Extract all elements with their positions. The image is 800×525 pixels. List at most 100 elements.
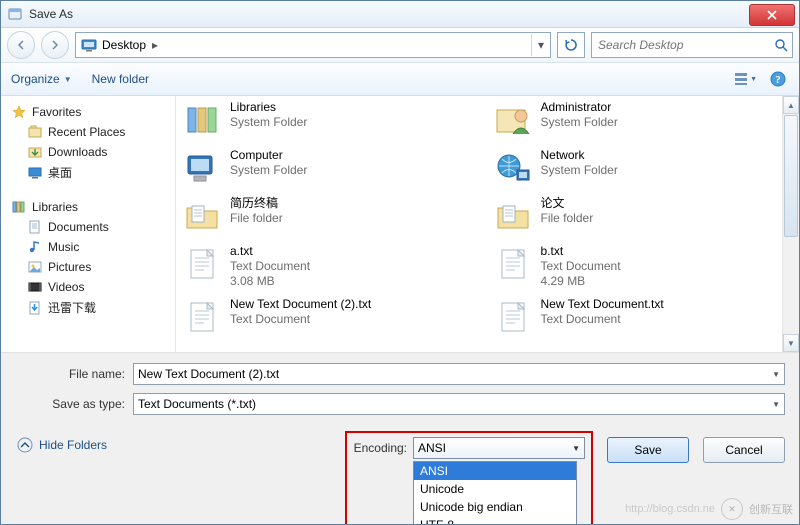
close-button[interactable] — [749, 4, 795, 26]
encoding-label: Encoding: — [353, 441, 407, 455]
file-item[interactable]: New Text Document (2).txtText Document — [182, 297, 483, 337]
chevron-right-icon[interactable]: ▸ — [148, 38, 162, 52]
file-name: Libraries — [230, 100, 307, 115]
encoding-option[interactable]: Unicode — [414, 480, 576, 498]
vertical-scrollbar[interactable]: ▲ ▼ — [782, 96, 799, 352]
sidebar-item-downloads[interactable]: Downloads — [5, 142, 171, 162]
hide-folders-button[interactable]: Hide Folders — [17, 437, 107, 453]
scroll-down-button[interactable]: ▼ — [783, 334, 799, 352]
file-kind: System Folder — [541, 115, 618, 130]
videos-icon — [27, 279, 43, 295]
chevron-down-icon[interactable]: ▼ — [572, 444, 580, 453]
view-options-button[interactable]: ▼ — [735, 69, 757, 89]
libraries-icon — [11, 199, 27, 215]
file-item[interactable]: ComputerSystem Folder — [182, 148, 483, 188]
folder-icon — [493, 196, 533, 236]
file-kind: File folder — [230, 211, 283, 226]
txt-icon — [493, 297, 533, 337]
sidebar-item-recent-places[interactable]: Recent Places — [5, 122, 171, 142]
toolbar: Organize ▼ New folder ▼ ? — [1, 63, 799, 96]
encoding-option[interactable]: ANSI — [414, 462, 576, 480]
file-kind: System Folder — [230, 163, 307, 178]
file-kind: Text Document — [541, 259, 621, 274]
filename-field[interactable]: New Text Document (2).txt ▼ — [133, 363, 785, 385]
address-history-button[interactable]: ▾ — [531, 34, 550, 56]
chevron-down-icon[interactable]: ▼ — [772, 400, 780, 409]
file-kind: Text Document — [230, 312, 371, 327]
sidebar-group-favorites[interactable]: Favorites — [5, 102, 171, 122]
sidebar-item-documents[interactable]: Documents — [5, 217, 171, 237]
file-item[interactable]: 简历终稿File folder — [182, 196, 483, 236]
sidebar-item-desktop-cn[interactable]: 桌面 — [5, 162, 171, 183]
nav-forward-button[interactable] — [41, 31, 69, 59]
save-button[interactable]: Save — [607, 437, 689, 463]
file-kind: Text Document — [230, 259, 310, 274]
file-kind: System Folder — [541, 163, 618, 178]
address-bar[interactable]: Desktop ▸ ▾ — [75, 32, 551, 58]
txt-icon — [182, 244, 222, 284]
file-item[interactable]: LibrariesSystem Folder — [182, 100, 483, 140]
file-item[interactable]: NetworkSystem Folder — [493, 148, 794, 188]
file-name: Administrator — [541, 100, 618, 115]
save-type-label: Save as type: — [15, 397, 133, 411]
txt-icon — [182, 297, 222, 337]
new-folder-button[interactable]: New folder — [92, 72, 149, 86]
nav-back-button[interactable] — [7, 31, 35, 59]
computer-icon — [182, 148, 222, 188]
window-title: Save As — [29, 7, 73, 21]
navbar: Desktop ▸ ▾ — [1, 28, 799, 63]
encoding-option[interactable]: UTF-8 — [414, 516, 576, 525]
user-icon — [493, 100, 533, 140]
recent-icon — [27, 124, 43, 140]
file-name: 论文 — [541, 196, 594, 211]
search-input[interactable] — [592, 38, 770, 52]
breadcrumb[interactable]: Desktop ▸ — [102, 38, 531, 52]
sidebar-item-pictures[interactable]: Pictures — [5, 257, 171, 277]
desktop-icon — [27, 165, 43, 181]
titlebar: Save As — [1, 1, 799, 28]
file-name: Network — [541, 148, 618, 163]
sidebar-group-libraries[interactable]: Libraries — [5, 197, 171, 217]
encoding-highlight: Encoding: ANSI ▼ ANSI Unicode Unicode bi… — [345, 431, 593, 525]
cancel-button[interactable]: Cancel — [703, 437, 785, 463]
save-type-field[interactable]: Text Documents (*.txt) ▼ — [133, 393, 785, 415]
file-size: 4.29 MB — [541, 274, 621, 289]
file-name: 简历终稿 — [230, 196, 283, 211]
star-icon — [11, 104, 27, 120]
search-box[interactable] — [591, 32, 793, 58]
encoding-option[interactable]: Unicode big endian — [414, 498, 576, 516]
search-icon — [770, 38, 792, 52]
file-pane[interactable]: LibrariesSystem FolderAdministratorSyste… — [176, 96, 799, 352]
encoding-field[interactable]: ANSI ▼ — [413, 437, 585, 459]
organize-menu[interactable]: Organize ▼ — [11, 72, 72, 86]
file-item[interactable]: New Text Document.txtText Document — [493, 297, 794, 337]
file-name: New Text Document.txt — [541, 297, 664, 312]
body: Favorites Recent Places Downloads 桌面 Lib… — [1, 96, 799, 352]
help-button[interactable]: ? — [767, 69, 789, 89]
sidebar-item-xunlei[interactable]: 迅雷下载 — [5, 297, 171, 318]
sidebar: Favorites Recent Places Downloads 桌面 Lib… — [1, 96, 176, 352]
save-as-dialog: Save As Desktop ▸ ▾ — [0, 0, 800, 525]
file-item[interactable]: 论文File folder — [493, 196, 794, 236]
close-icon — [767, 10, 777, 20]
pictures-icon — [27, 259, 43, 275]
file-item[interactable]: AdministratorSystem Folder — [493, 100, 794, 140]
file-kind: Text Document — [541, 312, 664, 327]
refresh-button[interactable] — [557, 32, 585, 58]
desktop-icon — [76, 37, 102, 53]
sidebar-item-music[interactable]: Music — [5, 237, 171, 257]
chevron-down-icon[interactable]: ▼ — [772, 370, 780, 379]
file-kind: System Folder — [230, 115, 307, 130]
sidebar-item-videos[interactable]: Videos — [5, 277, 171, 297]
app-icon — [7, 6, 23, 22]
file-name: a.txt — [230, 244, 310, 259]
scroll-up-button[interactable]: ▲ — [783, 96, 799, 114]
file-name: Computer — [230, 148, 307, 163]
filename-label: File name: — [15, 367, 133, 381]
scroll-thumb[interactable] — [784, 115, 798, 237]
breadcrumb-item[interactable]: Desktop — [102, 38, 146, 52]
file-item[interactable]: b.txtText Document4.29 MB — [493, 244, 794, 289]
file-item[interactable]: a.txtText Document3.08 MB — [182, 244, 483, 289]
file-name: New Text Document (2).txt — [230, 297, 371, 312]
encoding-dropdown[interactable]: ANSI Unicode Unicode big endian UTF-8 — [413, 461, 577, 525]
